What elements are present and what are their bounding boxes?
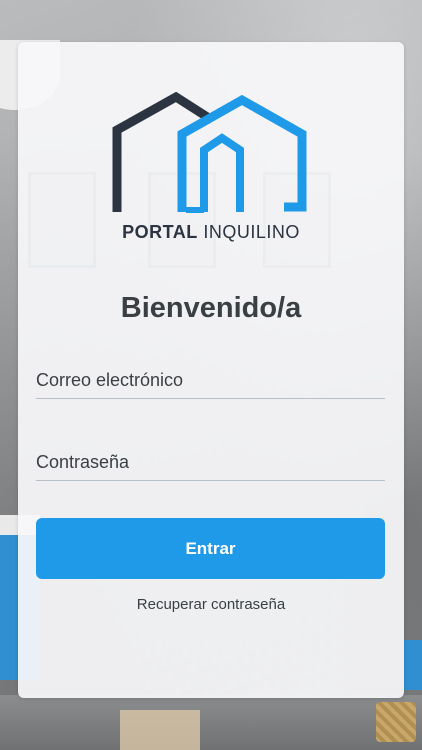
welcome-title: Bienvenido/a xyxy=(120,292,302,324)
picture-frame xyxy=(28,172,96,268)
brand-name: PORTAL INQUILINO xyxy=(18,222,404,243)
background-sofa-arm xyxy=(404,640,422,690)
login-button[interactable]: Entrar xyxy=(36,518,385,579)
background-floor xyxy=(0,695,422,750)
brand-name-bold: PORTAL xyxy=(122,222,198,242)
password-field[interactable] xyxy=(36,444,385,481)
login-screen: PORTAL INQUILINO Bienvenido/a Entrar Rec… xyxy=(0,0,422,750)
brand-name-light: INQUILINO xyxy=(203,222,300,242)
login-card: PORTAL INQUILINO Bienvenido/a Entrar Rec… xyxy=(18,42,404,698)
house-outline-logo-icon xyxy=(112,92,307,213)
background-bench xyxy=(120,710,200,750)
email-field[interactable] xyxy=(36,362,385,399)
background-basket xyxy=(376,702,416,742)
recover-password-link[interactable]: Recuperar contraseña xyxy=(18,596,404,613)
